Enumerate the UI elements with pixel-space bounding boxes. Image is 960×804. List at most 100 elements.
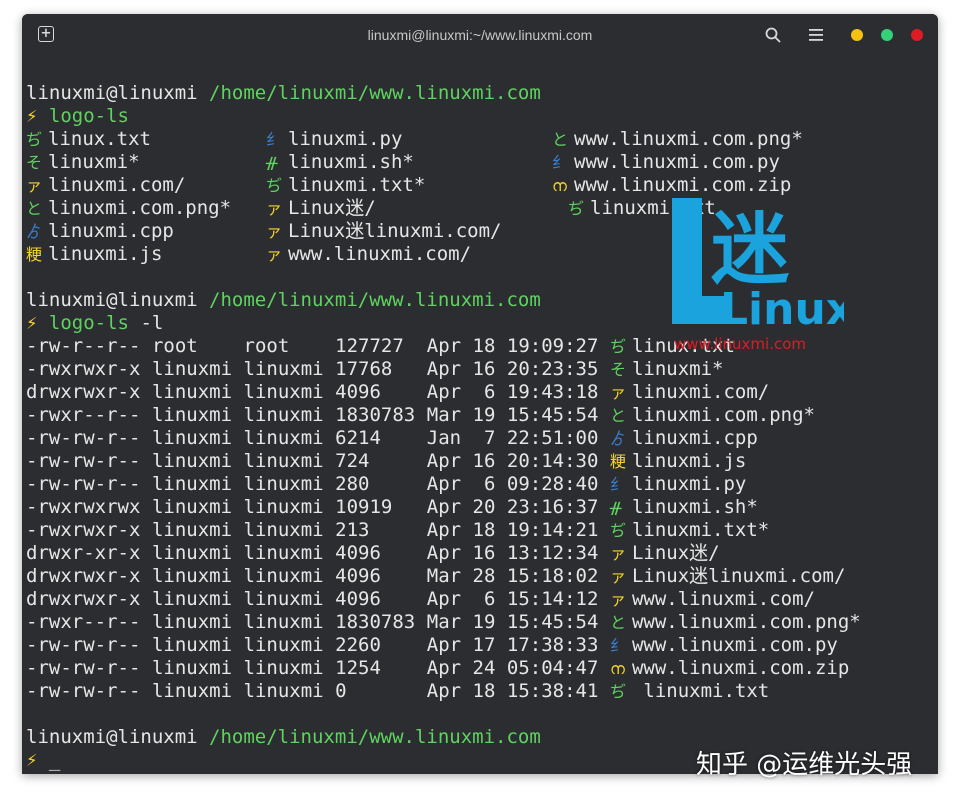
linuxmi-logo: 迷 Linux www.linuxmi.com <box>672 198 844 353</box>
entry-owner: linuxmi <box>151 473 233 495</box>
file-entry: 粳 linuxmi.js <box>26 243 162 266</box>
file-entry: ぢ linux.txt <box>26 128 151 151</box>
entry-month: Apr <box>426 381 462 403</box>
file-entry: ന www.linuxmi.com.zip <box>610 657 849 680</box>
entry-time: 19:09:27 <box>506 335 599 357</box>
file-name: linuxmi.txt* <box>288 174 426 196</box>
zhihu-watermark: 知乎 @运维光头强 <box>696 750 913 780</box>
close-button[interactable] <box>911 29 923 41</box>
entry-perm: -rwxrwxrwx <box>26 496 141 518</box>
file-type-icon: ァ <box>609 590 626 609</box>
entry-month: Apr <box>426 335 462 357</box>
file-name: linuxmi.js <box>48 243 163 265</box>
file-type-icon: と <box>26 199 43 218</box>
entry-owner: linuxmi <box>151 496 233 518</box>
file-type-icon: ァ <box>609 383 626 402</box>
entry-owner: linuxmi <box>151 657 233 679</box>
entry-perm: -rw-rw-r-- <box>26 634 141 656</box>
file-entry: 纟 www.linuxmi.com.py <box>610 634 838 657</box>
file-type-icon: ᚌ <box>609 498 622 517</box>
file-type-icon: ぢ <box>609 337 626 356</box>
file-name: www.linuxmi.com.png* <box>631 611 861 633</box>
file-name: Linux迷linuxmi.com/ <box>288 220 502 242</box>
search-icon[interactable] <box>765 27 781 43</box>
terminal-window: + linuxmi@linuxmi:~/www.linuxmi.com linu… <box>22 14 938 774</box>
command-flag: -l <box>140 312 164 334</box>
entry-time: 15:45:54 <box>506 404 599 426</box>
entry-day: 16 <box>472 450 496 472</box>
file-type-icon: ぢ <box>609 682 626 701</box>
minimize-button[interactable] <box>851 29 863 41</box>
prompt-path: /home/linuxmi/www.linuxmi.com <box>209 726 541 748</box>
file-entry: ァ www.linuxmi.com/ <box>610 588 815 611</box>
file-name: linuxmi.py <box>288 128 403 150</box>
file-entry: ゟ linuxmi.cpp <box>26 220 174 243</box>
prompt-user-host: linuxmi@linuxmi <box>26 726 198 748</box>
file-name: linuxmi.txt <box>631 680 770 702</box>
entry-month: Jan <box>426 427 462 449</box>
entry-group: linuxmi <box>243 473 324 495</box>
hamburger-menu-icon[interactable] <box>809 28 823 42</box>
entry-month: Mar <box>426 565 462 587</box>
entry-perm: -rw-rw-r-- <box>26 450 141 472</box>
file-type-icon: ന <box>609 659 625 678</box>
file-name: www.linuxmi.com.png* <box>574 128 803 150</box>
file-type-icon: ァ <box>609 567 626 586</box>
file-name: www.linuxmi.com/ <box>288 243 472 265</box>
entry-time: 20:23:35 <box>506 358 599 380</box>
file-name: www.linuxmi.com/ <box>631 588 815 610</box>
file-type-icon: ァ <box>266 199 283 218</box>
maximize-button[interactable] <box>881 29 893 41</box>
file-entry: ぢ linuxmi.txt* <box>610 519 769 542</box>
entry-perm: -rwxrwxr-x <box>26 519 141 541</box>
file-entry: ぢ linuxmi.txt <box>610 680 769 703</box>
file-type-icon: 纟 <box>266 130 283 149</box>
file-entry: 纟 linuxmi.py <box>610 473 746 496</box>
entry-month: Apr <box>426 634 462 656</box>
entry-size: 10919 <box>335 496 393 518</box>
entry-time: 09:28:40 <box>506 473 599 495</box>
entry-size: 4096 <box>335 381 381 403</box>
entry-month: Apr <box>426 496 462 518</box>
file-type-icon: と <box>609 406 626 425</box>
entry-day: 17 <box>472 634 496 656</box>
file-type-icon: と <box>552 130 569 149</box>
file-name: linuxmi.js <box>631 450 747 472</box>
entry-group: linuxmi <box>243 680 324 702</box>
entry-group: linuxmi <box>243 496 324 518</box>
prompt-line: linuxmi@linuxmi /home/linuxmi/www.linuxm… <box>26 289 541 312</box>
entry-group: linuxmi <box>243 565 324 587</box>
file-type-icon: ゟ <box>609 429 626 448</box>
command-line: ⚡ _ <box>26 749 60 772</box>
file-name: linuxmi.com.png* <box>48 197 232 219</box>
entry-month: Apr <box>426 588 462 610</box>
file-name: linuxmi* <box>631 358 724 380</box>
entry-group: linuxmi <box>243 450 324 472</box>
entry-size: 280 <box>335 473 370 495</box>
entry-owner: linuxmi <box>151 358 233 380</box>
entry-day: 6 <box>483 381 496 403</box>
entry-owner: linuxmi <box>151 680 233 702</box>
file-entry: ന www.linuxmi.com.zip <box>552 174 791 197</box>
file-entry: と www.linuxmi.com.png* <box>552 128 803 151</box>
file-type-icon: と <box>609 613 626 632</box>
lightning-icon: ⚡ <box>26 312 38 334</box>
file-entry: そ linuxmi* <box>26 151 140 174</box>
file-type-icon: 纟 <box>609 475 626 494</box>
command-line: ⚡ logo-ls -l <box>26 312 163 335</box>
entry-time: 19:43:18 <box>506 381 599 403</box>
entry-owner: linuxmi <box>151 519 233 541</box>
entry-group: linuxmi <box>243 634 324 656</box>
terminal-output[interactable]: linuxmi@linuxmi /home/linuxmi/www.linuxm… <box>22 56 938 774</box>
entry-time: 19:14:21 <box>506 519 599 541</box>
entry-size: 4096 <box>335 588 381 610</box>
file-name: linux.txt <box>48 128 151 150</box>
file-entry: と www.linuxmi.com.png* <box>610 611 861 634</box>
file-entry: ァ linuxmi.com/ <box>610 381 769 404</box>
entry-time: 22:51:00 <box>506 427 599 449</box>
entry-perm: -rwxr--r-- <box>26 611 141 633</box>
file-entry: ァ Linux迷/ <box>610 542 720 565</box>
cmd-space <box>37 105 48 127</box>
entry-owner: linuxmi <box>151 634 233 656</box>
